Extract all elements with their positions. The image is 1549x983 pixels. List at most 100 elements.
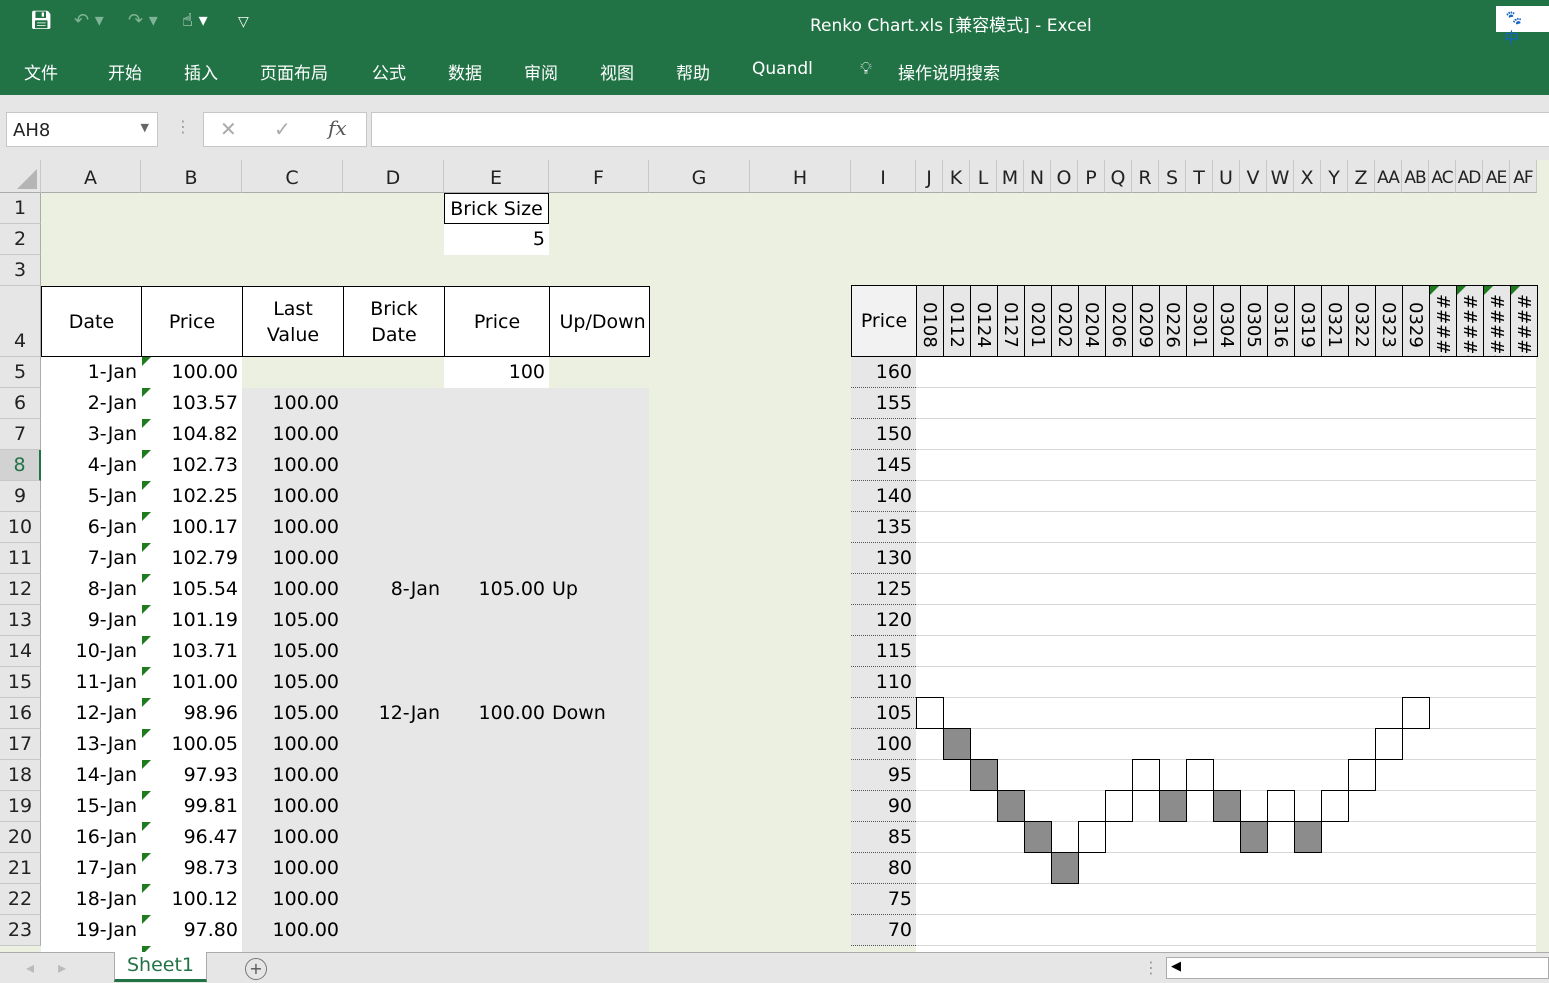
table-header[interactable]: Price	[141, 286, 243, 357]
renko-date-header[interactable]: 0316	[1267, 285, 1295, 357]
column-header-G[interactable]: G	[649, 160, 750, 193]
row-header-3[interactable]: 3	[0, 255, 41, 286]
last-value-cell[interactable]: 100.00	[242, 388, 343, 419]
renko-date-header[interactable]: 0124	[970, 285, 998, 357]
renko-date-header[interactable]: #####	[1483, 285, 1511, 357]
ribbon-tab[interactable]: Quandl	[752, 59, 813, 79]
row-header-13[interactable]: 13	[0, 605, 41, 636]
price-cell[interactable]: 100.00	[141, 357, 242, 388]
add-sheet-button[interactable]: +	[245, 958, 267, 980]
brick-size-value[interactable]: 5	[444, 224, 549, 255]
ribbon-tab[interactable]: 审阅	[524, 59, 558, 84]
column-header-L[interactable]: L	[970, 160, 997, 193]
ime-badge[interactable]: 🐾︎ 中	[1496, 6, 1549, 47]
column-header-I[interactable]: I	[851, 160, 916, 193]
brick-date-cell[interactable]: 12-Jan	[343, 698, 444, 729]
formula-input[interactable]	[371, 112, 1549, 147]
renko-date-header[interactable]: 0202	[1051, 285, 1079, 357]
renko-date-header[interactable]: 0201	[1024, 285, 1052, 357]
chevron-down-icon[interactable]: ▼	[141, 121, 149, 134]
renko-date-header[interactable]: 0321	[1321, 285, 1349, 357]
column-header-W[interactable]: W	[1267, 160, 1294, 193]
price-cell[interactable]: 99.81	[141, 791, 242, 822]
row-header-9[interactable]: 9	[0, 481, 41, 512]
last-value-cell[interactable]: 100.00	[242, 822, 343, 853]
column-header-P[interactable]: P	[1078, 160, 1105, 193]
row-header-4[interactable]: 4	[0, 286, 41, 357]
date-cell[interactable]: 15-Jan	[41, 791, 141, 822]
column-header-AA[interactable]: AA	[1375, 160, 1402, 193]
row-header-1[interactable]: 1	[0, 193, 41, 224]
date-cell[interactable]: 14-Jan	[41, 760, 141, 791]
ribbon-tab[interactable]: 公式	[372, 59, 406, 84]
row-header-8[interactable]: 8	[0, 450, 41, 481]
date-cell[interactable]: 13-Jan	[41, 729, 141, 760]
column-header-J[interactable]: J	[916, 160, 943, 193]
last-value-cell[interactable]: 100.00	[242, 512, 343, 543]
date-cell[interactable]: 9-Jan	[41, 605, 141, 636]
undo-icon[interactable]: ↶ ▾	[74, 10, 104, 31]
table-header[interactable]: Date	[41, 286, 142, 357]
redo-icon[interactable]: ↷ ▾	[128, 10, 158, 31]
brick-price-cell[interactable]: 100.00	[444, 698, 549, 729]
renko-date-header[interactable]: 0319	[1294, 285, 1322, 357]
renko-date-header[interactable]: #####	[1510, 285, 1538, 357]
column-header-O[interactable]: O	[1051, 160, 1078, 193]
row-header-6[interactable]: 6	[0, 388, 41, 419]
renko-date-header[interactable]: 0305	[1240, 285, 1268, 357]
renko-date-header[interactable]: 0323	[1375, 285, 1403, 357]
price-cell[interactable]: 104.82	[141, 419, 242, 450]
column-header-E[interactable]: E	[444, 160, 549, 193]
row-header-23[interactable]: 23	[0, 915, 41, 946]
split-handle-icon[interactable]: ⋮	[1143, 958, 1159, 977]
renko-date-header[interactable]: 0209	[1132, 285, 1160, 357]
first-brick-price[interactable]: 100	[444, 357, 549, 388]
brick-date-cell[interactable]: 8-Jan	[343, 574, 444, 605]
price-cell[interactable]: 103.57	[141, 388, 242, 419]
last-value-cell[interactable]: 100.00	[242, 884, 343, 915]
last-value-cell[interactable]: 100.00	[242, 481, 343, 512]
table-header[interactable]: Up/Down	[549, 286, 650, 357]
renko-date-header[interactable]: 0204	[1078, 285, 1106, 357]
ribbon-tab[interactable]: 视图	[600, 59, 634, 84]
column-header-D[interactable]: D	[343, 160, 444, 193]
price-cell[interactable]: 102.25	[141, 481, 242, 512]
column-header-X[interactable]: X	[1294, 160, 1321, 193]
column-header-V[interactable]: V	[1240, 160, 1267, 193]
column-header-F[interactable]: F	[549, 160, 649, 193]
column-header-S[interactable]: S	[1159, 160, 1186, 193]
column-header-AD[interactable]: AD	[1456, 160, 1483, 193]
row-header-15[interactable]: 15	[0, 667, 41, 698]
renko-date-header[interactable]: 0329	[1402, 285, 1430, 357]
table-header[interactable]: Brick Date	[343, 286, 445, 357]
row-header-5[interactable]: 5	[0, 357, 41, 388]
ribbon-tab[interactable]: 帮助	[676, 59, 710, 84]
renko-date-header[interactable]: 0301	[1186, 285, 1214, 357]
date-cell[interactable]: 19-Jan	[41, 915, 141, 946]
renko-date-header[interactable]: 0127	[997, 285, 1025, 357]
price-cell[interactable]: 97.93	[141, 760, 242, 791]
renko-date-header[interactable]: #####	[1456, 285, 1484, 357]
scroll-left-icon[interactable]: ◂	[26, 958, 34, 977]
date-cell[interactable]: 6-Jan	[41, 512, 141, 543]
price-cell[interactable]: 100.12	[141, 884, 242, 915]
drag-handle-icon[interactable]: ⋮	[175, 117, 191, 136]
column-header-K[interactable]: K	[943, 160, 970, 193]
last-value-cell[interactable]: 100.00	[242, 543, 343, 574]
last-value-cell[interactable]: 105.00	[242, 667, 343, 698]
date-cell[interactable]: 4-Jan	[41, 450, 141, 481]
table-header[interactable]: Last Value	[242, 286, 344, 357]
row-header-11[interactable]: 11	[0, 543, 41, 574]
fx-icon[interactable]: fx	[328, 116, 347, 140]
renko-date-header[interactable]: 0304	[1213, 285, 1241, 357]
name-box[interactable]: AH8 ▼	[6, 112, 158, 147]
row-header-7[interactable]: 7	[0, 419, 41, 450]
price-cell[interactable]: 100.17	[141, 512, 242, 543]
last-value-cell[interactable]: 105.00	[242, 605, 343, 636]
price-cell[interactable]: 101.19	[141, 605, 242, 636]
last-value-cell[interactable]: 100.00	[242, 915, 343, 946]
row-header-12[interactable]: 12	[0, 574, 41, 605]
row-header-21[interactable]: 21	[0, 853, 41, 884]
last-value-cell[interactable]: 100.00	[242, 450, 343, 481]
date-cell[interactable]: 11-Jan	[41, 667, 141, 698]
